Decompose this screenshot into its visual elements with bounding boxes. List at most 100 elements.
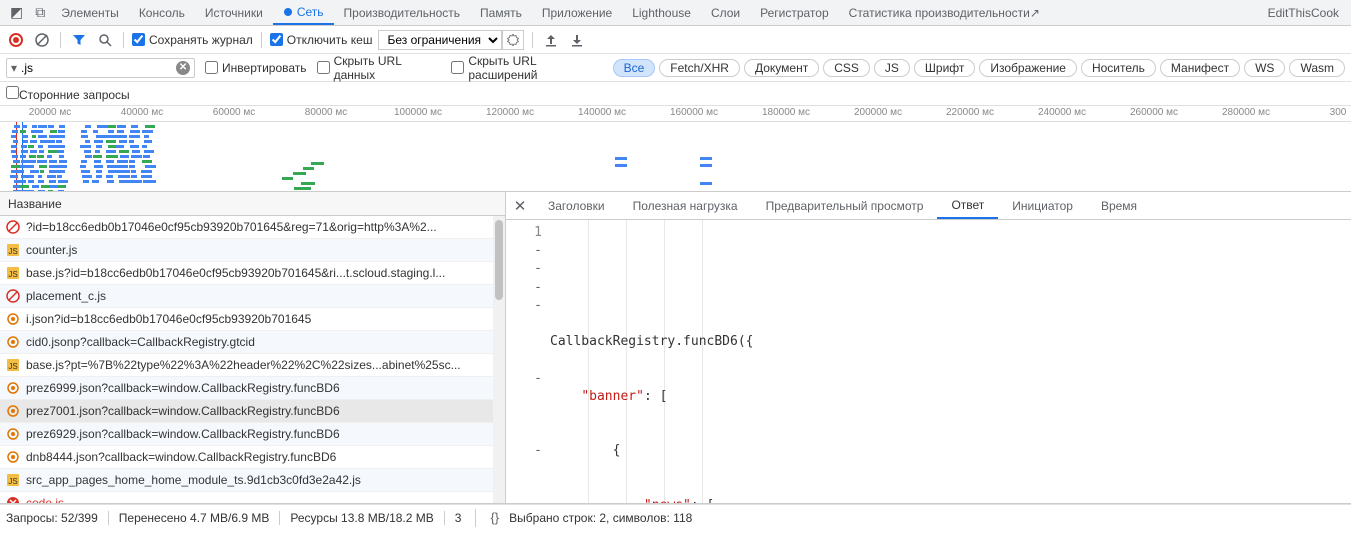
tab-response[interactable]: Ответ: [937, 192, 998, 219]
filter-input-container: ▾ ✕: [6, 58, 195, 78]
tab-console[interactable]: Консоль: [129, 0, 195, 25]
file-type-icon: [6, 404, 20, 418]
chip-manifest[interactable]: Манифест: [1160, 59, 1240, 77]
tab-application[interactable]: Приложение: [532, 0, 622, 25]
network-conditions-icon[interactable]: [502, 30, 524, 50]
file-type-icon: JS: [6, 473, 20, 487]
tab-lighthouse[interactable]: Lighthouse: [622, 0, 701, 25]
tab-recorder[interactable]: Регистратор: [750, 0, 839, 25]
request-list-panel: Название ?id=b18cc6edb0b17046e0cf95cb939…: [0, 192, 506, 503]
filter-input[interactable]: [21, 61, 176, 75]
detail-panel: ✕ Заголовки Полезная нагрузка Предварите…: [506, 192, 1351, 503]
chip-all[interactable]: Все: [613, 59, 656, 77]
chip-fetchxhr[interactable]: Fetch/XHR: [659, 59, 740, 77]
inspect-icon[interactable]: ◩: [10, 4, 23, 21]
chip-ws[interactable]: WS: [1244, 59, 1285, 77]
request-name: i.json?id=b18cc6edb0b17046e0cf95cb93920b…: [26, 312, 499, 326]
svg-text:JS: JS: [8, 247, 17, 256]
code-line: "banner": [: [550, 388, 1351, 406]
file-type-icon: [6, 496, 20, 503]
request-row[interactable]: prez7001.json?callback=window.CallbackRe…: [0, 400, 505, 423]
request-row[interactable]: dnb8444.json?callback=window.CallbackReg…: [0, 446, 505, 469]
network-toolbar: Сохранять журнал Отключить кеш Без огран…: [0, 26, 1351, 54]
request-name: dnb8444.json?callback=window.CallbackReg…: [26, 450, 499, 464]
device-icon[interactable]: ⧉: [35, 4, 45, 21]
hide-data-urls-checkbox[interactable]: Скрыть URL данных: [317, 54, 442, 82]
scrollbar[interactable]: [493, 216, 505, 503]
request-name: counter.js: [26, 243, 499, 257]
tab-network[interactable]: Сеть: [273, 0, 334, 25]
response-code-viewer[interactable]: 1 ---- - - CallbackRegistry.funcBD6({ "b…: [506, 220, 1351, 503]
timeline-overview[interactable]: 20000 мс40000 мс60000 мс80000 мс100000 м…: [0, 106, 1351, 192]
clear-filter-icon[interactable]: ✕: [176, 61, 190, 75]
third-party-row: Сторонние запросы: [0, 82, 1351, 106]
request-name: base.js?id=b18cc6edb0b17046e0cf95cb93920…: [26, 266, 499, 280]
svg-text:JS: JS: [8, 477, 17, 486]
tab-preview[interactable]: Предварительный просмотр: [752, 192, 938, 219]
disable-cache-checkbox[interactable]: Отключить кеш: [270, 33, 373, 47]
timeline-tick: 240000 мс: [1038, 107, 1086, 118]
clear-icon[interactable]: [32, 30, 52, 50]
tab-performance[interactable]: Производительность: [334, 0, 470, 25]
tab-perf-insights[interactable]: Статистика производительности ↗: [839, 0, 1050, 25]
request-row[interactable]: prez6929.json?callback=window.CallbackRe…: [0, 423, 505, 446]
tab-payload[interactable]: Полезная нагрузка: [619, 192, 752, 219]
request-row[interactable]: code.js: [0, 492, 505, 503]
timeline-tick: 160000 мс: [670, 107, 718, 118]
tab-memory[interactable]: Память: [470, 0, 532, 25]
hide-extensions-checkbox[interactable]: Скрыть URL расширений: [451, 54, 602, 82]
throttling-select[interactable]: Без ограничения: [378, 30, 502, 50]
scrollbar-thumb[interactable]: [495, 220, 503, 300]
request-row[interactable]: cid0.jsonp?callback=CallbackRegistry.gtc…: [0, 331, 505, 354]
file-type-icon: [6, 381, 20, 395]
request-row[interactable]: prez6999.json?callback=window.CallbackRe…: [0, 377, 505, 400]
tab-initiator[interactable]: Инициатор: [998, 192, 1087, 219]
request-row[interactable]: JS counter.js: [0, 239, 505, 262]
timeline-tick: 260000 мс: [1130, 107, 1178, 118]
upload-icon[interactable]: [541, 30, 561, 50]
tab-timing[interactable]: Время: [1087, 192, 1151, 219]
code-line: {: [550, 442, 1351, 460]
file-type-icon: [6, 312, 20, 326]
request-row[interactable]: JSbase.js?pt=%7B%22type%22%3A%22header%2…: [0, 354, 505, 377]
chip-css[interactable]: CSS: [823, 59, 870, 77]
chip-img[interactable]: Изображение: [979, 59, 1077, 77]
chip-wasm[interactable]: Wasm: [1289, 59, 1345, 77]
braces-icon[interactable]: {}: [490, 510, 499, 525]
chip-doc[interactable]: Документ: [744, 59, 819, 77]
chip-media[interactable]: Носитель: [1081, 59, 1156, 77]
file-type-icon: [6, 220, 20, 234]
status-transferred: Перенесено 4.7 MB/6.9 MB: [119, 511, 270, 525]
svg-text:JS: JS: [8, 362, 17, 371]
file-type-icon: JS: [6, 243, 20, 257]
timeline-tick: 280000 мс: [1222, 107, 1270, 118]
request-row[interactable]: placement_c.js: [0, 285, 505, 308]
tab-headers[interactable]: Заголовки: [534, 192, 619, 219]
timeline-tick: 40000 мс: [121, 107, 163, 118]
third-party-checkbox[interactable]: Сторонние запросы: [6, 86, 130, 102]
search-icon[interactable]: [95, 30, 115, 50]
preserve-log-checkbox[interactable]: Сохранять журнал: [132, 33, 253, 47]
tab-sources[interactable]: Источники: [195, 0, 273, 25]
request-list: ?id=b18cc6edb0b17046e0cf95cb93920b701645…: [0, 216, 505, 503]
record-icon[interactable]: [6, 30, 26, 50]
request-row[interactable]: i.json?id=b18cc6edb0b17046e0cf95cb93920b…: [0, 308, 505, 331]
chip-font[interactable]: Шрифт: [914, 59, 975, 77]
request-name: prez7001.json?callback=window.CallbackRe…: [26, 404, 499, 418]
request-row[interactable]: ?id=b18cc6edb0b17046e0cf95cb93920b701645…: [0, 216, 505, 239]
timeline-tick: 140000 мс: [578, 107, 626, 118]
invert-checkbox[interactable]: Инвертировать: [205, 61, 307, 75]
request-row[interactable]: JSbase.js?id=b18cc6edb0b17046e0cf95cb939…: [0, 262, 505, 285]
chip-js[interactable]: JS: [874, 59, 910, 77]
extension-label: EditThisCook: [1260, 6, 1347, 20]
request-name: cid0.jsonp?callback=CallbackRegistry.gtc…: [26, 335, 499, 349]
download-icon[interactable]: [567, 30, 587, 50]
tab-layers[interactable]: Слои: [701, 0, 750, 25]
request-row[interactable]: JSsrc_app_pages_home_home_module_ts.9d1c…: [0, 469, 505, 492]
file-type-icon: [6, 450, 20, 464]
file-type-icon: [6, 289, 20, 303]
close-icon[interactable]: ✕: [506, 192, 534, 220]
name-column-header[interactable]: Название: [0, 192, 505, 216]
filter-icon[interactable]: [69, 30, 89, 50]
tab-elements[interactable]: Элементы: [51, 0, 129, 25]
